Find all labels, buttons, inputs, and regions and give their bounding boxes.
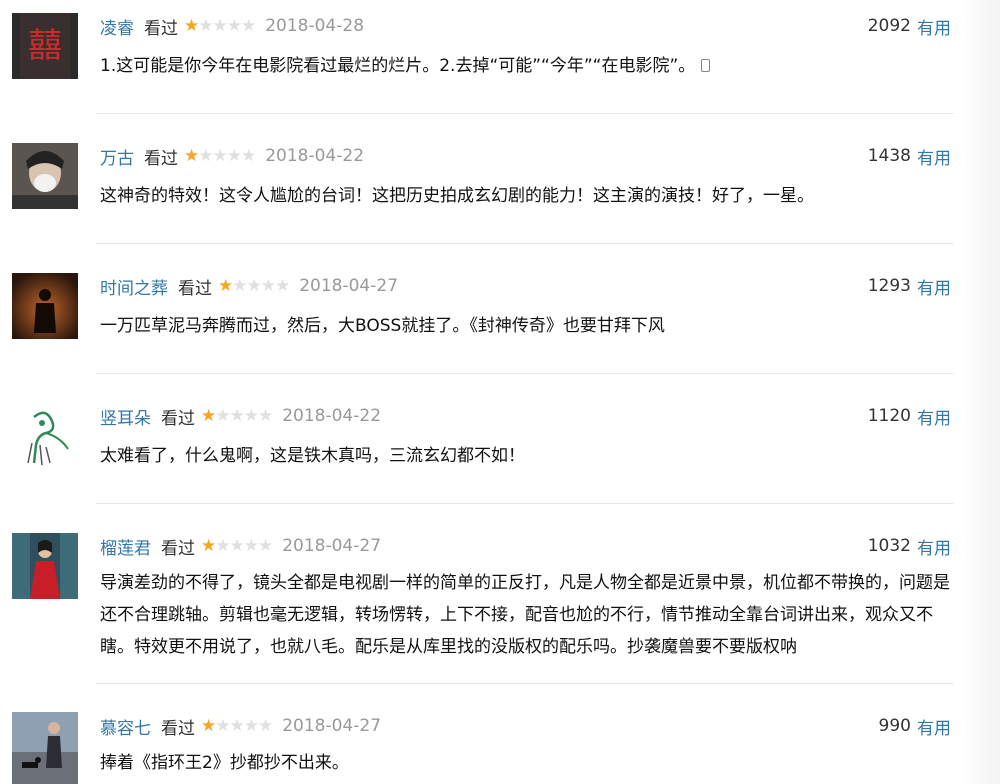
avatar[interactable] bbox=[12, 403, 78, 469]
author-link[interactable]: 竖耳朵 bbox=[100, 404, 151, 429]
vote-area: 1120 有用 bbox=[867, 404, 951, 429]
useful-button[interactable]: 有用 bbox=[917, 534, 951, 559]
avatar[interactable] bbox=[12, 533, 78, 599]
star-rating: ★★★★★ bbox=[201, 536, 273, 556]
comment-text: 1.这可能是你今年在电影院看过最烂的烂片。2.去掉“可能”“今年”“在电影院”。 bbox=[100, 51, 952, 82]
watched-label: 看过 bbox=[144, 148, 178, 169]
author-link[interactable]: 榴莲君 bbox=[100, 534, 151, 559]
vote-area: 1438 有用 bbox=[867, 144, 951, 169]
divider bbox=[96, 683, 954, 684]
comment-date: 2018-04-27 bbox=[282, 716, 382, 736]
comment-text: 捧着《指环王2》抄都抄不出来。 bbox=[100, 753, 349, 773]
useful-button[interactable]: 有用 bbox=[917, 274, 951, 299]
watched-label: 看过 bbox=[144, 18, 178, 39]
divider bbox=[96, 373, 954, 374]
comment-meta: 万古 看过 ★★★★★ 2018-04-22 bbox=[100, 144, 365, 169]
author-link[interactable]: 万古 bbox=[100, 144, 134, 169]
star-rating: ★★★★★ bbox=[184, 146, 256, 166]
vote-area: 1032 有用 bbox=[867, 534, 951, 559]
comment-body: 1.这可能是你今年在电影院看过最烂的烂片。2.去掉“可能”“今年”“在电影院”。 bbox=[100, 56, 696, 76]
comment-meta: 竖耳朵 看过 ★★★★★ 2018-04-22 bbox=[100, 404, 382, 429]
watched-label: 看过 bbox=[178, 278, 212, 299]
vote-area: 2092 有用 bbox=[867, 14, 951, 39]
comment-meta: 榴莲君 看过 ★★★★★ 2018-04-27 bbox=[100, 534, 382, 559]
avatar[interactable] bbox=[12, 712, 78, 784]
useful-button[interactable]: 有用 bbox=[917, 714, 951, 739]
vote-count: 1032 bbox=[867, 536, 911, 556]
divider bbox=[96, 243, 954, 244]
author-link[interactable]: 时间之葬 bbox=[100, 274, 168, 299]
star-rating: ★★★★★ bbox=[201, 716, 273, 736]
comment-text: 一万匹草泥马奔腾而过，然后，大BOSS就挂了。《封神传奇》也要甘拜下风 bbox=[100, 316, 665, 336]
vote-area: 1293 有用 bbox=[867, 274, 951, 299]
useful-button[interactable]: 有用 bbox=[917, 14, 951, 39]
author-link[interactable]: 慕容七 bbox=[100, 714, 151, 739]
comment-date: 2018-04-22 bbox=[282, 406, 382, 426]
useful-button[interactable]: 有用 bbox=[917, 404, 951, 429]
star-rating: ★★★★★ bbox=[184, 16, 256, 36]
comment-meta: 凌睿 看过 ★★★★★ 2018-04-28 bbox=[100, 14, 365, 39]
comment-text: 太难看了，什么鬼啊，这是铁木真吗，三流玄幻都不如！ bbox=[100, 446, 525, 466]
comment-meta: 时间之葬 看过 ★★★★★ 2018-04-27 bbox=[100, 274, 399, 299]
vote-count: 1293 bbox=[867, 276, 911, 296]
svg-text:囍: 囍 bbox=[28, 26, 62, 66]
vote-count: 990 bbox=[878, 716, 911, 736]
watched-label: 看过 bbox=[161, 538, 195, 559]
mobile-phone-icon bbox=[701, 59, 711, 72]
divider bbox=[96, 113, 954, 114]
useful-button[interactable]: 有用 bbox=[917, 144, 951, 169]
comment-text: 这神奇的特效！这令人尴尬的台词！这把历史拍成玄幻剧的能力！这主演的演技！好了，一… bbox=[100, 186, 814, 206]
vote-area: 990 有用 bbox=[878, 714, 951, 739]
comment-text: 导演差劲的不得了，镜头全都是电视剧一样的简单的正反打，凡是人物全都是近景中景，机… bbox=[100, 573, 950, 657]
comment-date: 2018-04-27 bbox=[282, 536, 382, 556]
comment-date: 2018-04-27 bbox=[299, 276, 399, 296]
comment-meta: 慕容七 看过 ★★★★★ 2018-04-27 bbox=[100, 714, 382, 739]
avatar[interactable] bbox=[12, 273, 78, 339]
divider bbox=[96, 503, 954, 504]
watched-label: 看过 bbox=[161, 718, 195, 739]
author-link[interactable]: 凌睿 bbox=[100, 14, 134, 39]
page-edge-shadow bbox=[962, 0, 1000, 784]
comment-date: 2018-04-28 bbox=[265, 16, 365, 36]
watched-label: 看过 bbox=[161, 408, 195, 429]
vote-count: 1438 bbox=[867, 146, 911, 166]
avatar[interactable] bbox=[12, 143, 78, 209]
star-rating: ★★★★★ bbox=[218, 276, 290, 296]
comment-date: 2018-04-22 bbox=[265, 146, 365, 166]
vote-count: 2092 bbox=[867, 16, 911, 36]
vote-count: 1120 bbox=[867, 406, 911, 426]
star-rating: ★★★★★ bbox=[201, 406, 273, 426]
avatar[interactable]: 囍 bbox=[12, 13, 78, 79]
